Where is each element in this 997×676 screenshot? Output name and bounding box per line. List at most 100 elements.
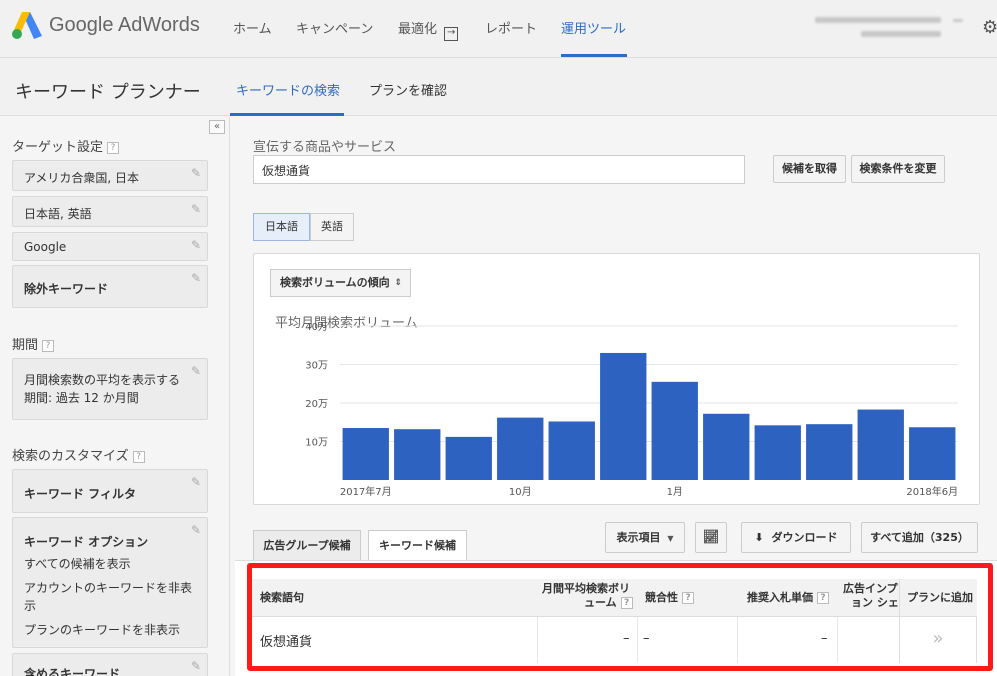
include-keywords-label: 含めるキーワード — [24, 667, 121, 676]
nav-active-underline — [561, 54, 627, 57]
nav-reports[interactable]: レポート — [485, 18, 537, 37]
help-icon[interactable]: ? — [682, 592, 694, 604]
keyword-options-label: キーワード オプション — [24, 535, 149, 549]
period-box[interactable]: 月間検索数の平均を表示する 期間: 過去 12 か月間 ✎ — [12, 358, 208, 420]
chart-bar[interactable] — [754, 425, 801, 480]
adwords-logo-icon[interactable] — [12, 12, 42, 40]
chart-bar[interactable] — [651, 381, 698, 480]
header-divider — [899, 579, 900, 617]
chart-bar[interactable] — [600, 352, 647, 480]
targeting-heading-label: ターゲット設定 — [12, 140, 104, 155]
nav-optimize-label: 最適化 — [398, 22, 438, 37]
chart-card: 検索ボリュームの傾向 ⇕ 平均月間検索ボリューム 10万 20万 30万 40万 201… — [253, 253, 980, 505]
edit-pencil-icon: ✎ — [190, 659, 201, 673]
edit-pencil-icon: ✎ — [190, 271, 201, 285]
chart-bar[interactable] — [703, 413, 750, 480]
edit-pencil-icon: ✎ — [190, 238, 201, 252]
collapse-sidebar-icon[interactable]: « — [209, 120, 225, 134]
product-input[interactable]: 仮想通貨 — [253, 155, 745, 184]
keyword-options-box[interactable]: キーワード オプション すべての候補を表示 アカウントのキーワードを非表 示 プ… — [12, 517, 208, 648]
add-all-button[interactable]: すべて追加（325） — [861, 522, 978, 553]
y-tick-label: 40万 — [305, 322, 328, 333]
keyword-filter-box[interactable]: キーワード フィルタ ✎ — [12, 469, 208, 513]
help-icon[interactable]: ? — [817, 592, 829, 604]
gear-icon[interactable]: ⚙ — [982, 17, 997, 38]
header-impression-share[interactable]: 広告インプ ョン シェ — [843, 582, 898, 610]
chart-bar[interactable] — [548, 421, 595, 480]
targeting-language[interactable]: 日本語, 英語 ✎ — [12, 196, 208, 227]
chart-bar[interactable] — [342, 428, 389, 480]
language-japanese-button[interactable]: 日本語 — [253, 213, 310, 241]
targeting-location[interactable]: アメリカ合衆国, 日本 ✎ — [12, 160, 208, 191]
chart-bar[interactable] — [445, 436, 492, 480]
include-keywords-box[interactable]: 含めるキーワード ✎ — [12, 653, 208, 676]
x-tick-label: 10月 — [509, 486, 532, 498]
chart-bar[interactable] — [857, 409, 904, 480]
option-show-all: すべての候補を表示 — [24, 557, 131, 571]
help-icon[interactable]: ? — [620, 597, 633, 609]
columns-dropdown[interactable]: 表示項目 ▼ — [605, 522, 685, 553]
option-hide-account-keywords: アカウントのキーワードを非表 — [24, 581, 193, 595]
help-icon[interactable]: ? — [42, 339, 55, 352]
targeting-network[interactable]: Google ✎ — [12, 232, 208, 261]
customize-heading-label: 検索のカスタマイズ — [12, 449, 129, 464]
nav-tools[interactable]: 運用ツール — [561, 18, 626, 37]
header-bid-label: 推奨入札単価 — [747, 591, 813, 604]
volume-bar-chart: 10万 20万 30万 40万 2017年7月 10月 1月 2018年6月 — [305, 322, 958, 498]
tab-review-plan[interactable]: プランを確認 — [369, 80, 447, 99]
chart-toggle-button[interactable]: 📈︎ — [695, 522, 727, 553]
modify-search-button[interactable]: 検索条件を変更 — [851, 155, 945, 183]
option-hide-plan-keywords: プランのキーワードを非表示 — [24, 623, 181, 637]
edit-pencil-icon: ✎ — [190, 166, 201, 180]
help-icon[interactable]: ? — [132, 450, 145, 463]
targeting-negative-keywords[interactable]: 除外キーワード ✎ — [12, 265, 208, 308]
cell-keyword[interactable]: 仮想通貨 — [260, 631, 312, 650]
nav-campaigns[interactable]: キャンペーン — [296, 18, 373, 37]
tab-keyword-search[interactable]: キーワードの検索 — [236, 80, 340, 99]
main-panel: 宣伝する商品やサービス 仮想通貨 候補を取得 検索条件を変更 日本語 英語 検索… — [231, 117, 997, 676]
help-icon[interactable]: ? — [107, 141, 120, 154]
y-tick-label: 30万 — [305, 361, 328, 372]
get-ideas-button[interactable]: 候補を取得 — [773, 155, 846, 183]
app-logo-text[interactable]: Google AdWords — [49, 14, 200, 37]
tab-keyword-ideas[interactable]: キーワード候補 — [368, 530, 467, 561]
product-label: 宣伝する商品やサービス — [253, 140, 397, 155]
cell-volume: – — [623, 631, 630, 646]
language-value: 日本語, 英語 — [24, 207, 92, 221]
header-share-line1: 広告インプ — [843, 582, 898, 595]
page-title: キーワード プランナー — [15, 82, 201, 103]
add-to-plan-button[interactable]: » — [899, 617, 977, 663]
language-english-button[interactable]: 英語 — [310, 213, 354, 241]
download-icon: ⬇ — [754, 531, 764, 544]
chart-bar[interactable] — [806, 424, 853, 480]
subtab-active-underline — [230, 113, 344, 116]
table-row: 仮想通貨 – – – » — [250, 617, 977, 663]
period-heading: 期間? — [12, 334, 55, 353]
nav-home[interactable]: ホーム — [233, 18, 272, 37]
edit-pencil-icon: ✎ — [190, 202, 201, 216]
header-competition[interactable]: 競合性? — [645, 591, 694, 605]
header-suggested-bid[interactable]: 推奨入札単価? — [747, 591, 829, 605]
location-value: アメリカ合衆国, 日本 — [24, 171, 140, 185]
header-keyword[interactable]: 検索語句 — [260, 591, 304, 605]
chart-bar[interactable] — [909, 427, 956, 480]
edit-pencil-icon: ✎ — [190, 475, 201, 489]
header-share-line2: ョン シェ — [851, 596, 898, 609]
targeting-heading: ターゲット設定? — [12, 136, 120, 155]
col-divider — [837, 617, 838, 663]
period-line-2: 期間: 過去 12 か月間 — [24, 391, 139, 405]
header-volume[interactable]: 月間平均検索ボリ ューム? — [542, 582, 633, 610]
customize-heading: 検索のカスタマイズ? — [12, 445, 145, 464]
keyword-filter-label: キーワード フィルタ — [24, 487, 136, 501]
download-label: ダウンロード — [771, 531, 838, 544]
y-tick-label: 10万 — [305, 438, 328, 449]
nav-optimize[interactable]: 最適化 → — [398, 18, 459, 41]
account-info-blurred[interactable] — [815, 14, 965, 40]
tab-ad-group-ideas[interactable]: 広告グループ候補 — [253, 530, 361, 560]
col-divider — [737, 617, 738, 663]
cell-bid: – — [821, 631, 828, 646]
chart-bar[interactable] — [497, 417, 544, 480]
download-button[interactable]: ⬇ ダウンロード — [741, 522, 851, 553]
chart-bar[interactable] — [394, 429, 441, 480]
x-tick-label: 2017年7月 — [340, 485, 392, 498]
